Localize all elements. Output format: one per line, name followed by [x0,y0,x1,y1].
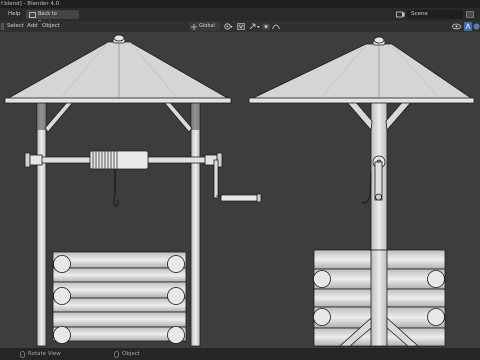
scene-selector[interactable]: Scene [407,10,463,19]
mouse-icon-right [114,351,119,358]
roof-front[interactable] [3,41,233,101]
help-menu[interactable]: Help [8,9,21,20]
visibility-icon[interactable] [452,23,461,30]
scene-icon[interactable] [396,11,405,18]
well-side-view[interactable] [248,36,476,347]
top-bar: Help Back to Previous Scene [0,8,480,26]
left-brace-side [344,99,373,131]
viewport-header: Select Add Object Global [0,21,480,32]
editor-type-icon[interactable] [1,23,5,30]
gizmo-icon[interactable] [464,22,472,31]
object-menu[interactable]: Object [42,21,60,32]
falloff-icon[interactable] [272,23,280,30]
well-front-view[interactable] [3,34,262,347]
log-wall-front[interactable] [52,251,187,344]
hint-rotate-view: Rotate View [28,351,61,357]
right-brace-side [385,99,414,131]
crank-arm[interactable] [213,159,219,199]
back-to-previous-button[interactable]: Back to Previous [26,10,79,26]
hook [113,195,119,207]
snap-icon[interactable] [237,23,246,30]
transform-orientation-dropdown[interactable]: Global [189,22,220,31]
layer-icon[interactable] [466,11,474,18]
status-bar: Rotate View Object [0,348,480,360]
add-menu[interactable]: Add [27,21,38,32]
window-title: f.blend] - Blender 4.0 [1,1,60,7]
fullscreen-icon [29,11,36,18]
hint-object: Object [122,351,140,357]
overlay-icon[interactable] [473,23,480,30]
orientation-icon [191,23,197,30]
snap-target-icon[interactable] [249,23,261,30]
right-brace-front [161,99,193,133]
left-brace-front [44,99,76,133]
left-post-front[interactable] [36,99,47,347]
select-menu[interactable]: Select [7,21,24,32]
orientation-value: Global [199,23,215,29]
mouse-icon [20,351,25,358]
pivot-icon[interactable] [224,23,233,30]
right-post-front[interactable] [190,99,201,347]
hook-side [361,171,372,204]
roof-side[interactable] [248,43,476,101]
crank-handle[interactable] [220,194,260,202]
window-titlebar: f.blend] - Blender 4.0 [0,0,480,8]
3d-viewport[interactable] [0,32,480,348]
proportional-edit-icon[interactable] [262,23,270,30]
scene-name: Scene [411,11,428,17]
